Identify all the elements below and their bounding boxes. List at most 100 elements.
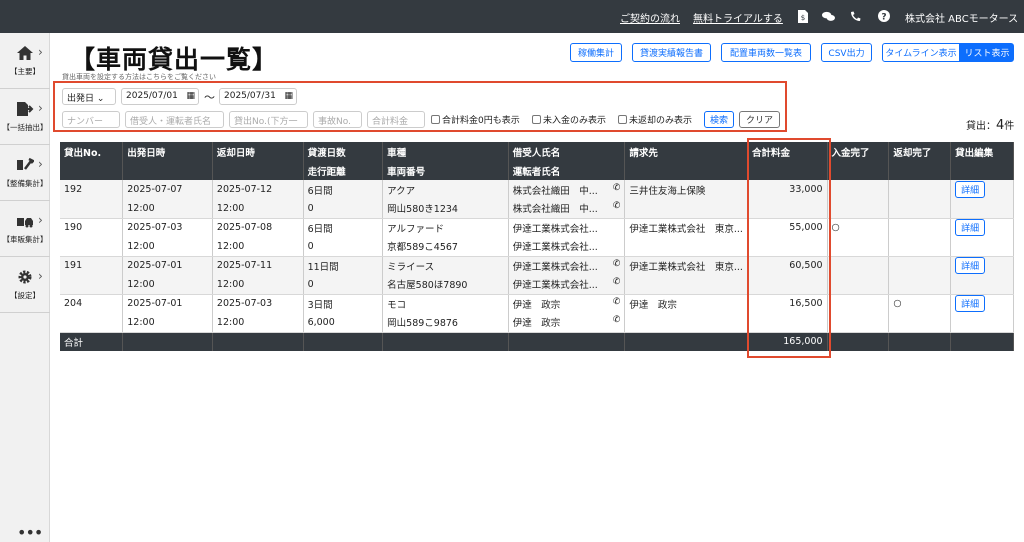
contract-flow-link[interactable]: ご契約の流れ: [620, 10, 680, 25]
return-date: 2025-07-03: [212, 294, 304, 313]
footer-blank: [122, 332, 213, 351]
csv-export-button[interactable]: CSV出力: [821, 43, 872, 62]
col-total[interactable]: 合計料金: [747, 142, 828, 161]
free-trial-link[interactable]: 無料トライアルする: [693, 10, 783, 25]
blank-cell: [747, 275, 828, 295]
blank-cell: [747, 313, 828, 333]
col-billing[interactable]: 請求先: [624, 142, 748, 161]
list-view-button[interactable]: リスト表示: [960, 43, 1014, 62]
blank-cell: [624, 237, 748, 257]
sidebar-item-bulk-extract[interactable]: › 【一括抽出】: [0, 89, 50, 145]
phone-icon[interactable]: ✆: [613, 297, 621, 307]
detail-button[interactable]: 詳細: [955, 181, 986, 198]
return-time: 12:00: [212, 313, 304, 333]
blank-cell: [827, 275, 890, 295]
table-row-sub: 12:00 12:00 0 京都589こ4567 伊達工業株式会社...: [60, 237, 1014, 257]
phone-icon[interactable]: [849, 9, 862, 23]
help-icon[interactable]: ?: [877, 9, 890, 23]
borrower-name-text: 伊達 政宗: [512, 299, 561, 311]
date-from-input[interactable]: 2025/07/01 ▦: [121, 88, 199, 105]
col-plate[interactable]: 車両番号: [382, 161, 509, 180]
return-date: 2025-07-11: [212, 256, 304, 275]
search-button[interactable]: 検索: [704, 111, 734, 128]
sidebar-item-maintenance[interactable]: › 【整備集計】: [0, 145, 50, 201]
distance: 0: [303, 237, 384, 257]
blank-cell: [624, 275, 748, 295]
clear-button[interactable]: クリア: [739, 111, 780, 128]
checkbox-box[interactable]: [618, 115, 627, 124]
blank-cell: [950, 199, 1014, 219]
table-footer: 合計 165,000: [60, 332, 1014, 351]
blank-cell: [60, 313, 124, 333]
edit-cell: 詳細: [950, 180, 1014, 199]
table-header: 貸出No. 出発日時 返却日時 貸渡日数 車種 借受人氏名 請求先 合計料金 入…: [60, 142, 1014, 180]
table-row-sub: 12:00 12:00 6,000 岡山589こ9876 伊達 政宗 ✆: [60, 313, 1014, 333]
chat-icon[interactable]: [822, 9, 835, 23]
phone-icon[interactable]: ✆: [613, 183, 621, 193]
total-fee: 55,000: [747, 218, 828, 237]
edit-cell: 詳細: [950, 256, 1014, 275]
sidebar-item-settings[interactable]: › 【設定】: [0, 257, 50, 313]
billing-to: 伊達 政宗: [624, 294, 748, 313]
borrower-name: 伊達工業株式会社...: [508, 218, 626, 237]
col-borrower[interactable]: 借受人氏名: [508, 142, 626, 161]
detail-button[interactable]: 詳細: [955, 257, 986, 275]
plate-number-input[interactable]: ナンバー: [62, 111, 120, 128]
col-header-blank: [624, 161, 748, 180]
tools-icon: [16, 157, 36, 173]
rental-report-button[interactable]: 貸渡実績報告書: [632, 43, 711, 62]
detail-button[interactable]: 詳細: [955, 295, 986, 313]
total-fee-input[interactable]: 合計料金: [367, 111, 425, 128]
blank-cell: [624, 313, 748, 333]
unpaid-only-checkbox[interactable]: 未入金のみ表示: [532, 113, 606, 126]
utilization-summary-button[interactable]: 稼働集計: [570, 43, 622, 62]
date-type-select[interactable]: 出発日 ⌄: [62, 88, 116, 105]
col-driver[interactable]: 運転者氏名: [508, 161, 626, 180]
accident-no-input[interactable]: 事故No.: [313, 111, 362, 128]
sidebar-item-car-sales[interactable]: › 【車販集計】: [0, 201, 50, 257]
blank-cell: [888, 313, 952, 333]
col-days[interactable]: 貸渡日数: [303, 142, 384, 161]
date-range-separator: 〜: [204, 91, 215, 104]
detail-button[interactable]: 詳細: [955, 219, 986, 237]
rental-count: 貸出：4件: [966, 117, 1014, 133]
blank-cell: [60, 199, 124, 219]
more-icon[interactable]: •••: [17, 523, 43, 542]
col-model[interactable]: 車種: [382, 142, 509, 161]
vehicle-count-list-button[interactable]: 配置車両数一覧表: [721, 43, 811, 62]
borrower-name: 伊達 政宗 ✆: [508, 294, 626, 313]
blank-cell: [747, 237, 828, 257]
footer-blank: [624, 332, 748, 351]
unreturned-only-checkbox[interactable]: 未返却のみ表示: [618, 113, 692, 126]
blank-cell: [747, 199, 828, 219]
rental-days: 3日間: [303, 294, 384, 313]
col-departure[interactable]: 出発日時: [122, 142, 213, 161]
invoice-icon[interactable]: $: [796, 9, 809, 23]
col-paid[interactable]: 入金完了: [827, 142, 890, 161]
col-return[interactable]: 返却日時: [212, 142, 304, 161]
phone-icon[interactable]: ✆: [613, 277, 621, 287]
phone-icon[interactable]: ✆: [613, 201, 621, 211]
show-zero-total-checkbox[interactable]: 合計料金0円も表示: [431, 113, 520, 126]
sidebar-item-label: 【主要】: [10, 67, 40, 76]
date-to-input[interactable]: 2025/07/31 ▦: [219, 88, 297, 105]
paid-status: ○: [827, 218, 890, 237]
col-rental-no[interactable]: 貸出No.: [60, 142, 124, 161]
checkbox-box[interactable]: [431, 115, 440, 124]
plate-number: 京都589こ4567: [382, 237, 509, 257]
sidebar-item-label: 【設定】: [10, 291, 40, 300]
phone-icon[interactable]: ✆: [613, 315, 621, 325]
phone-icon[interactable]: ✆: [613, 259, 621, 269]
borrower-name-input[interactable]: 借受人・運転者氏名: [125, 111, 224, 128]
billing-to: 三井住友海上保険: [624, 180, 748, 199]
col-header-blank: [950, 161, 1014, 180]
col-returned[interactable]: 返却完了: [888, 142, 952, 161]
rental-no: 204: [60, 294, 124, 313]
sidebar-item-main[interactable]: › 【主要】: [0, 33, 50, 89]
rental-no-input[interactable]: 貸出No.(下方一: [229, 111, 308, 128]
table-row: 191 2025-07-01 2025-07-11 11日間 ミライース 伊達工業株式会社…: [60, 256, 1014, 275]
return-time: 12:00: [212, 199, 304, 219]
col-distance[interactable]: 走行距離: [303, 161, 384, 180]
timeline-view-button[interactable]: タイムライン表示: [882, 43, 960, 62]
checkbox-box[interactable]: [532, 115, 541, 124]
